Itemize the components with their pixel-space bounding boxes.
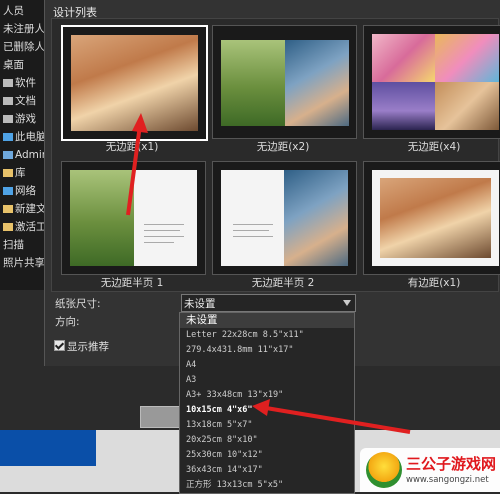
watermark-title: 三公子游戏网 (406, 455, 497, 473)
sidebar-item-label: 扫描 (3, 239, 24, 251)
text-line (144, 242, 174, 243)
sidebar-item[interactable]: 库 (0, 164, 44, 182)
computer-icon (3, 133, 13, 141)
dad-photo (285, 40, 349, 126)
pool-photo (435, 34, 499, 82)
sidebar-item[interactable]: 新建文 (0, 200, 44, 218)
sidebar-item[interactable]: 人员 (0, 2, 44, 20)
watermark-url: www.sangongzi.net (406, 475, 489, 485)
design-caption: 无边距(x1) (105, 141, 159, 153)
sidebar-item-label: 文档 (15, 95, 36, 107)
sidebar-item-label: 新建文 (15, 203, 44, 215)
sidebar-item-label: 游戏 (15, 113, 36, 125)
user-icon (3, 151, 13, 159)
text-line (233, 230, 269, 231)
design-thumb-borderless-x2[interactable] (212, 25, 357, 139)
sidebar-item[interactable]: 激活工 (0, 218, 44, 236)
drive-icon (3, 79, 13, 87)
sidebar-item[interactable]: 已删除人 (0, 38, 44, 56)
kids-photo (435, 82, 499, 130)
sidebar-item-label: 此电脑 (15, 131, 44, 143)
dialog-button[interactable] (140, 406, 182, 428)
drive-icon (3, 97, 13, 105)
design-caption: 无边距(x2) (256, 141, 310, 153)
paper-size-option[interactable]: 36x43cm 14"x17" (180, 463, 354, 478)
dad-photo (284, 170, 348, 266)
party-photo (372, 34, 435, 82)
boy-photo (70, 170, 134, 266)
sidebar-item[interactable]: 文档 (0, 92, 44, 110)
orientation-label: 方向: (55, 316, 80, 328)
paper-size-option[interactable]: A3+ 33x48cm 13"x19" (180, 388, 354, 403)
sidebar-item-label: 网络 (15, 185, 36, 197)
boy-photo (221, 40, 285, 126)
paper-size-options[interactable]: 未设置 Letter 22x28cm 8.5"x11" 279.4x431.8mm … (179, 312, 355, 494)
drive-icon (3, 115, 13, 123)
text-line (144, 236, 184, 237)
paper-size-option[interactable]: 未设置 (180, 313, 354, 328)
site-logo-icon (366, 452, 402, 488)
text-line (144, 230, 180, 231)
design-thumb-half-page-1[interactable] (61, 161, 206, 275)
sidebar-item[interactable]: 此电脑 (0, 128, 44, 146)
sidebar-item-label: 库 (15, 167, 26, 179)
family-photo (380, 178, 491, 258)
paper-size-option[interactable]: A3 (180, 373, 354, 388)
folder-icon (3, 223, 13, 231)
show-recommend-label: 显示推荐 (67, 341, 109, 353)
explorer-sidebar: 人员未注册人已删除人桌面软件文档游戏此电脑 Admin 库网络新建文激活工扫描照片共… (0, 0, 44, 290)
paper-size-option[interactable]: 279.4x431.8mm 11"x17" (180, 343, 354, 358)
sidebar-item-label: 照片共享 (3, 257, 44, 269)
castle-photo (372, 82, 435, 130)
taskbar-app-tile[interactable] (0, 430, 96, 466)
design-thumb-borderless-x1[interactable] (61, 25, 208, 141)
design-thumb-half-page-2[interactable] (212, 161, 357, 275)
sidebar-item[interactable]: 扫描 (0, 236, 44, 254)
chevron-down-icon (343, 300, 351, 306)
text-line (144, 224, 184, 225)
folder-icon (3, 205, 13, 213)
sidebar-item[interactable]: 软件 (0, 74, 44, 92)
design-caption: 无边距(x4) (407, 141, 461, 153)
sidebar-item[interactable]: 桌面 (0, 56, 44, 74)
paper-size-option[interactable]: Letter 22x28cm 8.5"x11" (180, 328, 354, 343)
sidebar-item-label: 激活工 (15, 221, 44, 233)
sidebar-item-label: Admin (15, 149, 44, 161)
text-line (233, 224, 273, 225)
design-caption: 有边距(x1) (407, 277, 461, 289)
family-photo (71, 35, 198, 131)
sidebar-item[interactable]: 照片共享 (0, 254, 44, 272)
paper-size-option[interactable]: 25x30cm 10"x12" (180, 448, 354, 463)
paper-size-option[interactable]: 20x25cm 8"x10" (180, 433, 354, 448)
paper-size-label: 纸张尺寸: (55, 298, 101, 310)
paper-size-select[interactable]: 未设置 (181, 294, 356, 312)
paper-size-value: 未设置 (184, 298, 216, 310)
library-icon (3, 169, 13, 177)
show-recommend-checkbox[interactable] (54, 340, 65, 351)
paper-size-option[interactable]: 13x18cm 5"x7" (180, 418, 354, 433)
sidebar-item-label: 桌面 (3, 59, 24, 71)
text-line (233, 236, 273, 237)
design-caption: 无边距半页 1 (100, 277, 164, 289)
sidebar-item-label: 未注册人 (3, 23, 44, 35)
sidebar-item[interactable]: Admin (0, 146, 44, 164)
watermark: 三公子游戏网 www.sangongzi.net (360, 448, 500, 492)
sidebar-item[interactable]: 网络 (0, 182, 44, 200)
network-icon (3, 187, 13, 195)
paper-size-option[interactable]: A4 (180, 358, 354, 373)
design-caption: 无边距半页 2 (251, 277, 315, 289)
design-grid: 无边距(x1) 无边距(x2) 无边距(x4) 无边距半页 1 无边距半页 2 … (51, 18, 500, 292)
sidebar-item-label: 人员 (3, 5, 24, 17)
sidebar-item-label: 软件 (15, 77, 36, 89)
paper-size-option[interactable]: 10x15cm 4"x6" (180, 403, 354, 418)
sidebar-item[interactable]: 游戏 (0, 110, 44, 128)
design-thumb-borderless-x4[interactable] (363, 25, 500, 139)
sidebar-item[interactable]: 未注册人 (0, 20, 44, 38)
paper-size-option[interactable]: 正方形 13x13cm 5"x5" (180, 478, 354, 493)
design-thumb-bordered-x1[interactable] (363, 161, 500, 275)
sidebar-item-label: 已删除人 (3, 41, 44, 53)
